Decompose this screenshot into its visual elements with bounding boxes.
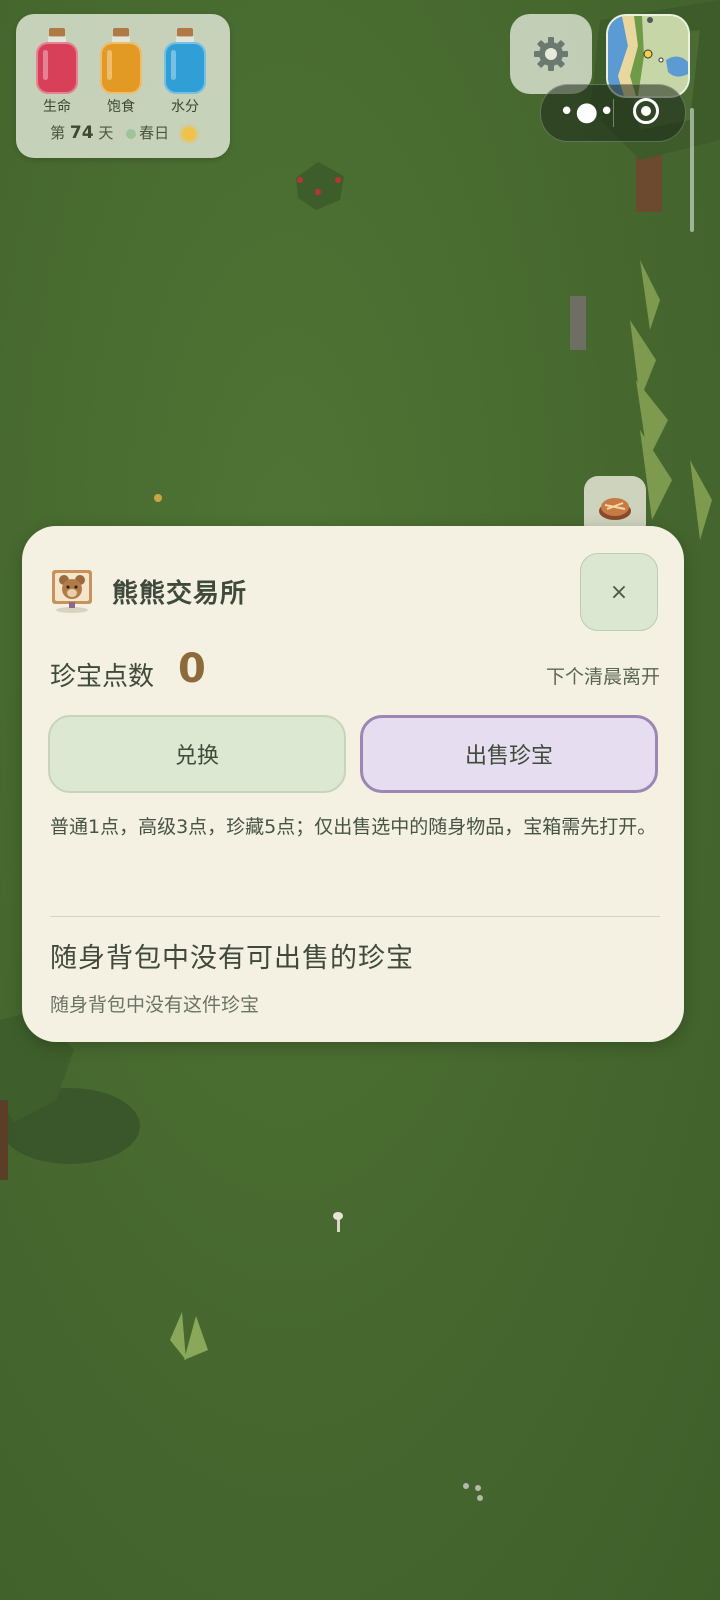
- settings-button[interactable]: [510, 14, 592, 94]
- more-dots-icon[interactable]: •●•: [559, 99, 614, 127]
- berry-bush: [296, 162, 344, 210]
- water-label: 水分: [171, 99, 199, 115]
- satiety-label: 饱食: [107, 99, 135, 115]
- gear-icon: [534, 37, 568, 71]
- health-bottle-icon: [36, 28, 78, 106]
- points-value: 0: [178, 646, 206, 692]
- status-panel: 生命 饱食 水分 第 74 天 春日: [16, 14, 230, 158]
- pebbles: [463, 1483, 483, 1501]
- day-suffix: 天: [98, 124, 114, 142]
- sell-treasure-tab-button[interactable]: 出售珍宝: [360, 715, 658, 793]
- mushroom: [333, 1212, 343, 1232]
- bear-trading-dialog: 熊熊交易所 × 珍宝点数 0 下个清晨离开 兑换 出售珍宝 普通1点，高级3点，…: [22, 526, 684, 1042]
- sell-rules-text: 普通1点，高级3点，珍藏5点；仅出售选中的随身物品，宝箱需先打开。: [50, 816, 657, 838]
- points-row: 珍宝点数 0 下个清晨离开: [50, 646, 660, 702]
- dialog-title: 熊熊交易所: [112, 578, 248, 609]
- close-button[interactable]: ×: [580, 553, 658, 631]
- points-label: 珍宝点数: [50, 662, 155, 692]
- dialog-header: 熊熊交易所: [50, 566, 247, 616]
- bear-sign-icon: [52, 570, 92, 613]
- mini-program-capsule: •●•: [540, 84, 686, 142]
- satiety-bottle-icon: [100, 28, 142, 106]
- sun-icon: [181, 126, 196, 141]
- scroll-indicator: [690, 108, 694, 232]
- empty-state-subtitle: 随身背包中没有这件珍宝: [50, 994, 260, 1016]
- capsule-divider: [613, 99, 614, 127]
- grass-tuft: [170, 1312, 208, 1360]
- record-target-icon[interactable]: [633, 98, 659, 124]
- empty-state-title: 随身背包中没有可出售的珍宝: [50, 943, 414, 974]
- season-dot-icon: [126, 128, 137, 139]
- pie-icon: [599, 498, 631, 520]
- day-info: 第 74 天 春日: [16, 122, 230, 143]
- exchange-tab-button[interactable]: 兑换: [48, 715, 346, 793]
- stone-post: [570, 296, 586, 350]
- season-label: 春日: [139, 124, 170, 142]
- day-prefix: 第: [50, 124, 66, 142]
- day-number: 74: [69, 123, 94, 143]
- leave-note: 下个清晨离开: [545, 666, 660, 688]
- health-label: 生命: [43, 99, 71, 115]
- water-bottle-icon: [164, 28, 206, 106]
- small-flower: [154, 494, 162, 502]
- divider: [50, 916, 660, 917]
